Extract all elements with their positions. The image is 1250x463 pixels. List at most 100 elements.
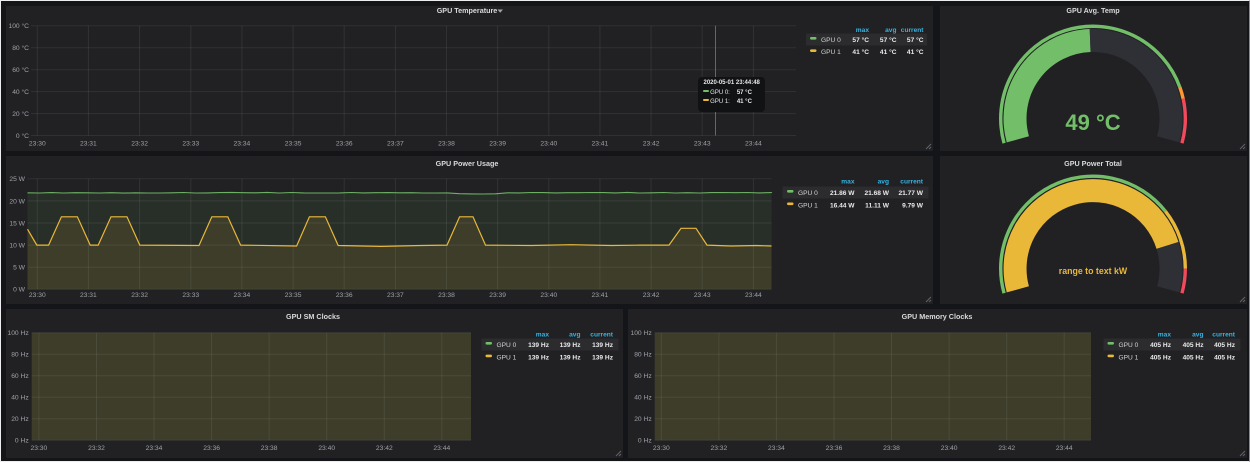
svg-text:11.11 W: 11.11 W bbox=[865, 202, 890, 209]
svg-text:60 Hz: 60 Hz bbox=[11, 373, 29, 380]
svg-text:20 °C: 20 °C bbox=[12, 110, 29, 118]
svg-text:23:33: 23:33 bbox=[182, 140, 199, 147]
svg-text:23:34: 23:34 bbox=[234, 292, 251, 299]
svg-text:40 °C: 40 °C bbox=[12, 88, 29, 96]
svg-text:57 °C: 57 °C bbox=[907, 36, 924, 44]
svg-text:100 Hz: 100 Hz bbox=[7, 330, 29, 337]
svg-text:GPU 0: GPU 0 bbox=[798, 190, 818, 197]
svg-text:GPU 1: GPU 1 bbox=[798, 202, 818, 209]
svg-text:max: max bbox=[841, 179, 855, 186]
svg-text:100 °C: 100 °C bbox=[8, 22, 29, 30]
svg-text:139 Hz: 139 Hz bbox=[528, 354, 550, 361]
svg-text:49 °C: 49 °C bbox=[1065, 110, 1120, 135]
svg-text:23:34: 23:34 bbox=[768, 445, 785, 452]
svg-text:GPU Power Total: GPU Power Total bbox=[1064, 159, 1122, 168]
svg-text:23:40: 23:40 bbox=[318, 445, 335, 452]
svg-text:40 Hz: 40 Hz bbox=[11, 395, 29, 402]
svg-text:60 °C: 60 °C bbox=[12, 66, 29, 74]
svg-text:max: max bbox=[536, 332, 550, 339]
svg-text:23:36: 23:36 bbox=[336, 292, 353, 299]
svg-text:23:41: 23:41 bbox=[592, 140, 609, 147]
svg-text:avg: avg bbox=[885, 27, 896, 34]
svg-text:GPU Avg. Temp: GPU Avg. Temp bbox=[1066, 6, 1120, 15]
svg-text:41 °C: 41 °C bbox=[907, 48, 924, 56]
svg-text:15 W: 15 W bbox=[9, 220, 25, 227]
svg-text:23:35: 23:35 bbox=[285, 292, 302, 299]
svg-text:405 Hz: 405 Hz bbox=[1183, 354, 1205, 361]
svg-text:5 W: 5 W bbox=[13, 265, 26, 272]
svg-text:23:33: 23:33 bbox=[182, 292, 199, 299]
svg-text:20 Hz: 20 Hz bbox=[11, 416, 29, 423]
svg-text:21.68 W: 21.68 W bbox=[864, 190, 889, 197]
svg-text:GPU 1: GPU 1 bbox=[821, 49, 841, 56]
svg-text:0 Hz: 0 Hz bbox=[638, 438, 652, 445]
svg-text:23:40: 23:40 bbox=[941, 445, 958, 452]
svg-text:23:44: 23:44 bbox=[745, 292, 762, 299]
svg-text:max: max bbox=[1158, 332, 1172, 339]
svg-text:80 °C: 80 °C bbox=[12, 44, 29, 52]
svg-text:23:42: 23:42 bbox=[643, 292, 660, 299]
svg-text:60 Hz: 60 Hz bbox=[634, 373, 652, 380]
svg-text:GPU Temperature: GPU Temperature bbox=[437, 6, 498, 15]
svg-text:139 Hz: 139 Hz bbox=[528, 342, 550, 349]
svg-text:20 W: 20 W bbox=[9, 198, 25, 205]
svg-text:0 Hz: 0 Hz bbox=[15, 438, 29, 445]
svg-text:139 Hz: 139 Hz bbox=[592, 342, 614, 349]
svg-text:57 °C: 57 °C bbox=[880, 36, 897, 44]
svg-text:25 W: 25 W bbox=[9, 176, 25, 183]
svg-text:23:36: 23:36 bbox=[203, 445, 220, 452]
svg-text:23:44: 23:44 bbox=[433, 445, 450, 452]
svg-text:23:32: 23:32 bbox=[131, 140, 148, 147]
svg-text:23:36: 23:36 bbox=[826, 445, 843, 452]
svg-text:23:40: 23:40 bbox=[540, 140, 557, 147]
svg-text:23:42: 23:42 bbox=[643, 140, 660, 147]
svg-text:23:44: 23:44 bbox=[745, 140, 762, 147]
svg-text:41 °C: 41 °C bbox=[880, 48, 897, 56]
svg-text:23:30: 23:30 bbox=[653, 445, 670, 452]
svg-text:21.77 W: 21.77 W bbox=[898, 190, 923, 197]
svg-text:23:31: 23:31 bbox=[80, 140, 97, 147]
svg-text:23:38: 23:38 bbox=[261, 445, 278, 452]
svg-text:0 W: 0 W bbox=[13, 287, 26, 294]
svg-text:avg: avg bbox=[878, 179, 889, 186]
svg-text:10 W: 10 W bbox=[9, 243, 25, 250]
svg-text:9.79 W: 9.79 W bbox=[902, 202, 924, 209]
svg-text:23:38: 23:38 bbox=[438, 292, 455, 299]
svg-text:GPU 1: GPU 1 bbox=[1119, 354, 1139, 361]
svg-text:range to text kW: range to text kW bbox=[1059, 266, 1128, 276]
svg-text:23:35: 23:35 bbox=[285, 140, 302, 147]
svg-text:current: current bbox=[1212, 332, 1236, 339]
svg-text:23:42: 23:42 bbox=[998, 445, 1015, 452]
svg-text:avg: avg bbox=[569, 332, 580, 339]
svg-text:405 Hz: 405 Hz bbox=[1183, 342, 1205, 349]
svg-text:405 Hz: 405 Hz bbox=[1150, 342, 1172, 349]
svg-text:23:32: 23:32 bbox=[711, 445, 728, 452]
svg-text:0 °C: 0 °C bbox=[16, 132, 29, 140]
svg-text:GPU 1: GPU 1 bbox=[497, 354, 517, 361]
svg-text:23:36: 23:36 bbox=[336, 140, 353, 147]
svg-text:139 Hz: 139 Hz bbox=[560, 342, 582, 349]
svg-text:GPU Memory Clocks: GPU Memory Clocks bbox=[902, 312, 973, 321]
svg-text:23:32: 23:32 bbox=[131, 292, 148, 299]
svg-text:current: current bbox=[901, 27, 925, 34]
svg-text:100 Hz: 100 Hz bbox=[630, 330, 652, 337]
svg-text:23:30: 23:30 bbox=[31, 445, 48, 452]
svg-text:avg: avg bbox=[1192, 332, 1203, 339]
svg-text:23:31: 23:31 bbox=[80, 292, 97, 299]
svg-text:GPU 0: GPU 0 bbox=[1119, 342, 1139, 349]
svg-text:23:39: 23:39 bbox=[489, 140, 506, 147]
svg-text:139 Hz: 139 Hz bbox=[592, 354, 614, 361]
svg-text:23:41: 23:41 bbox=[592, 292, 609, 299]
svg-text:23:44: 23:44 bbox=[1056, 445, 1073, 452]
svg-text:80 Hz: 80 Hz bbox=[11, 352, 29, 359]
svg-text:57 °C: 57 °C bbox=[852, 36, 869, 44]
svg-text:23:38: 23:38 bbox=[883, 445, 900, 452]
svg-text:23:43: 23:43 bbox=[694, 292, 711, 299]
svg-text:23:37: 23:37 bbox=[387, 292, 404, 299]
svg-text:40 Hz: 40 Hz bbox=[634, 395, 652, 402]
svg-text:GPU Power Usage: GPU Power Usage bbox=[436, 159, 499, 168]
svg-text:GPU SM Clocks: GPU SM Clocks bbox=[286, 312, 340, 321]
svg-text:23:37: 23:37 bbox=[387, 140, 404, 147]
svg-text:16.44 W: 16.44 W bbox=[830, 202, 855, 209]
svg-text:80 Hz: 80 Hz bbox=[634, 352, 652, 359]
